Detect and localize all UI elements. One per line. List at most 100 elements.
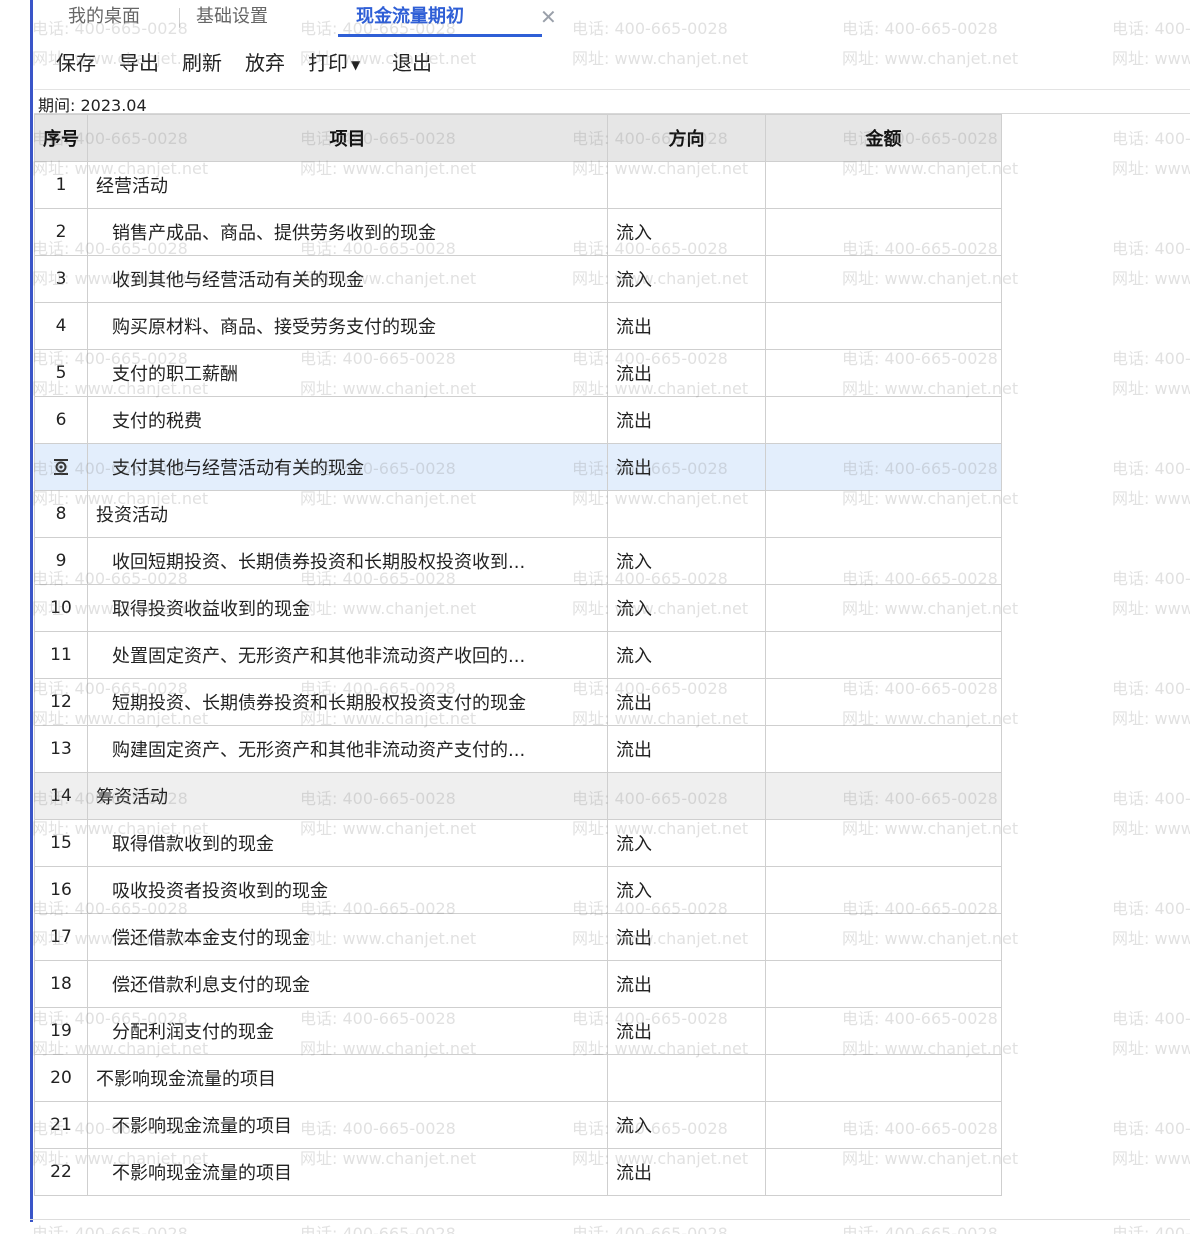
cell-direction[interactable]: 流出 [607, 725, 766, 773]
cell-item[interactable]: 投资活动 [87, 490, 608, 538]
cell-amount[interactable] [765, 584, 1002, 632]
cell-amount[interactable] [765, 490, 1002, 538]
table-row[interactable]: 21 不影响现金流量的项目 流入 [34, 1101, 1002, 1149]
cell-item[interactable]: 分配利润支付的现金 [87, 1007, 608, 1055]
cell-no[interactable]: 12 [34, 678, 88, 726]
cell-item[interactable]: 购买原材料、商品、接受劳务支付的现金 [87, 302, 608, 350]
export-button[interactable]: 导出 [119, 46, 159, 80]
cell-direction[interactable] [607, 772, 766, 820]
cell-direction[interactable]: 流入 [607, 584, 766, 632]
cell-no[interactable]: 4 [34, 302, 88, 350]
cell-amount[interactable] [765, 302, 1002, 350]
table-row[interactable]: 18 偿还借款利息支付的现金 流出 [34, 960, 1002, 1008]
cell-direction[interactable]: 流出 [607, 349, 766, 397]
cell-direction[interactable]: 流入 [607, 537, 766, 585]
cell-item[interactable]: 偿还借款本金支付的现金 [87, 913, 608, 961]
cell-no[interactable]: 18 [34, 960, 88, 1008]
cell-amount[interactable] [765, 866, 1002, 914]
cell-item[interactable]: 收回短期投资、长期债券投资和长期股权投资收到... [87, 537, 608, 585]
cell-amount[interactable] [765, 913, 1002, 961]
cell-direction[interactable]: 流入 [607, 255, 766, 303]
table-row[interactable]: 12 短期投资、长期债券投资和长期股权投资支付的现金 流出 [34, 678, 1002, 726]
cell-item[interactable]: 吸收投资者投资收到的现金 [87, 866, 608, 914]
cell-direction[interactable]: 流入 [607, 631, 766, 679]
print-menu[interactable]: 打印 ▼ [308, 46, 360, 80]
cell-item[interactable]: 购建固定资产、无形资产和其他非流动资产支付的... [87, 725, 608, 773]
row-edit-icon[interactable] [51, 457, 71, 477]
cell-amount[interactable] [765, 537, 1002, 585]
table-row[interactable]: 22 不影响现金流量的项目 流出 [34, 1148, 1002, 1196]
cell-no[interactable]: 3 [34, 255, 88, 303]
cell-no[interactable]: 10 [34, 584, 88, 632]
table-row[interactable]: 11 处置固定资产、无形资产和其他非流动资产收回的... 流入 [34, 631, 1002, 679]
cell-item[interactable]: 收到其他与经营活动有关的现金 [87, 255, 608, 303]
cell-direction[interactable]: 流入 [607, 866, 766, 914]
tab-my-desktop[interactable]: 我的桌面 [68, 2, 140, 32]
cell-no[interactable]: 11 [34, 631, 88, 679]
cell-item[interactable]: 偿还借款利息支付的现金 [87, 960, 608, 1008]
refresh-button[interactable]: 刷新 [182, 46, 222, 80]
cell-no[interactable]: 6 [34, 396, 88, 444]
cell-amount[interactable] [765, 1101, 1002, 1149]
header-direction[interactable]: 方向 [607, 114, 766, 162]
cell-no[interactable]: 8 [34, 490, 88, 538]
table-row[interactable]: 16 吸收投资者投资收到的现金 流入 [34, 866, 1002, 914]
table-row[interactable]: 19 分配利润支付的现金 流出 [34, 1007, 1002, 1055]
cell-no[interactable]: 20 [34, 1054, 88, 1102]
cell-no[interactable]: 17 [34, 913, 88, 961]
cell-item[interactable]: 筹资活动 [87, 772, 608, 820]
cell-item[interactable]: 支付的税费 [87, 396, 608, 444]
cell-item[interactable]: 短期投资、长期债券投资和长期股权投资支付的现金 [87, 678, 608, 726]
tab-cashflow-opening[interactable]: 现金流量期初 [356, 2, 464, 32]
cell-direction[interactable]: 流出 [607, 396, 766, 444]
header-item[interactable]: 项目 [87, 114, 608, 162]
table-row[interactable]: 5 支付的职工薪酬 流出 [34, 349, 1002, 397]
cell-direction[interactable] [607, 161, 766, 209]
cell-direction[interactable]: 流出 [607, 678, 766, 726]
cell-direction[interactable]: 流出 [607, 1007, 766, 1055]
cell-direction[interactable]: 流出 [607, 443, 766, 491]
cell-amount[interactable] [765, 960, 1002, 1008]
table-row[interactable]: 2 销售产成品、商品、提供劳务收到的现金 流入 [34, 208, 1002, 256]
close-icon[interactable]: ✕ [540, 2, 557, 32]
cell-no[interactable]: 1 [34, 161, 88, 209]
cell-amount[interactable] [765, 1148, 1002, 1196]
header-no[interactable]: 序号 [34, 114, 88, 162]
cell-item[interactable]: 不影响现金流量的项目 [87, 1101, 608, 1149]
table-row[interactable]: 13 购建固定资产、无形资产和其他非流动资产支付的... 流出 [34, 725, 1002, 773]
cell-no[interactable]: 22 [34, 1148, 88, 1196]
cell-direction[interactable]: 流入 [607, 208, 766, 256]
cell-item[interactable]: 支付其他与经营活动有关的现金 [87, 443, 608, 491]
table-row[interactable]: 14 筹资活动 [34, 772, 1002, 820]
cell-direction[interactable] [607, 1054, 766, 1102]
cell-no[interactable]: 13 [34, 725, 88, 773]
table-row[interactable]: 17 偿还借款本金支付的现金 流出 [34, 913, 1002, 961]
cell-amount[interactable] [765, 1007, 1002, 1055]
cell-no[interactable]: 2 [34, 208, 88, 256]
save-button[interactable]: 保存 [56, 46, 96, 80]
cell-no[interactable]: 9 [34, 537, 88, 585]
cell-item[interactable]: 不影响现金流量的项目 [87, 1054, 608, 1102]
cell-amount[interactable] [765, 678, 1002, 726]
cell-amount[interactable] [765, 443, 1002, 491]
cell-no[interactable]: 21 [34, 1101, 88, 1149]
cell-item[interactable]: 不影响现金流量的项目 [87, 1148, 608, 1196]
cell-item[interactable]: 取得投资收益收到的现金 [87, 584, 608, 632]
table-row[interactable]: 9 收回短期投资、长期债券投资和长期股权投资收到... 流入 [34, 537, 1002, 585]
tab-basic-settings[interactable]: 基础设置 [196, 2, 268, 32]
header-amount[interactable]: 金额 [765, 114, 1002, 162]
table-row[interactable]: 3 收到其他与经营活动有关的现金 流入 [34, 255, 1002, 303]
cell-no[interactable]: 7 [34, 443, 88, 491]
cell-no[interactable]: 19 [34, 1007, 88, 1055]
table-row[interactable]: 8 投资活动 [34, 490, 1002, 538]
cell-item[interactable]: 销售产成品、商品、提供劳务收到的现金 [87, 208, 608, 256]
cell-item[interactable]: 处置固定资产、无形资产和其他非流动资产收回的... [87, 631, 608, 679]
discard-button[interactable]: 放弃 [245, 46, 285, 80]
cell-item[interactable]: 支付的职工薪酬 [87, 349, 608, 397]
cell-direction[interactable]: 流出 [607, 913, 766, 961]
cell-amount[interactable] [765, 819, 1002, 867]
cell-amount[interactable] [765, 772, 1002, 820]
table-row[interactable]: 1 经营活动 [34, 161, 1002, 209]
cell-amount[interactable] [765, 255, 1002, 303]
cell-no[interactable]: 15 [34, 819, 88, 867]
